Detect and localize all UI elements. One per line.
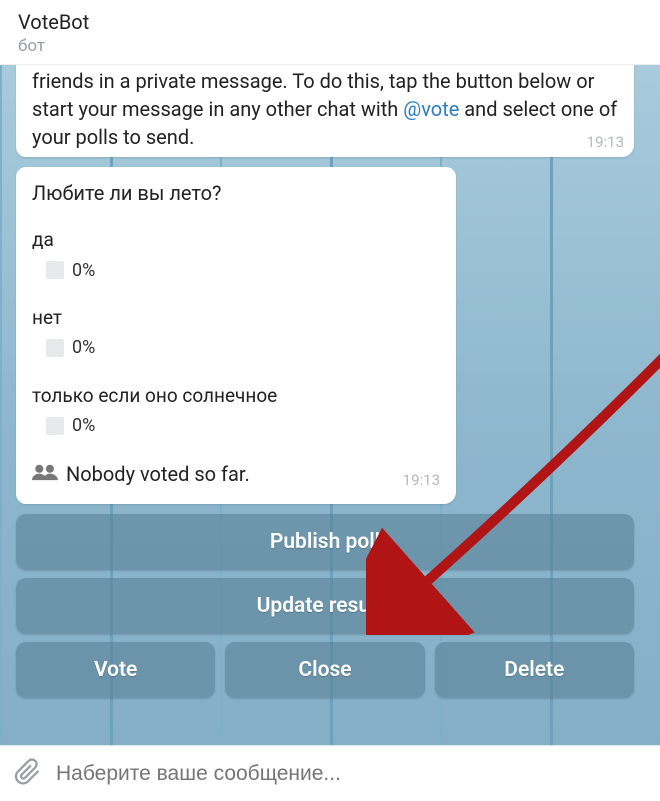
poll-status: Nobody voted so far. xyxy=(66,460,250,488)
attachment-icon[interactable] xyxy=(14,758,42,790)
poll-bar-icon xyxy=(46,417,64,435)
poll-option[interactable]: только если оно солнечное 0% xyxy=(32,383,440,439)
poll-time: 19:13 xyxy=(403,470,440,491)
close-button[interactable]: Close xyxy=(225,642,424,698)
chat-header: VoteBot бот xyxy=(0,0,660,65)
poll-option[interactable]: да 0% xyxy=(32,227,440,283)
poll-question: Любите ли вы лето? xyxy=(32,173,440,207)
chat-title: VoteBot xyxy=(18,10,642,34)
poll-option[interactable]: нет 0% xyxy=(32,305,440,361)
poll-bar-icon xyxy=(46,261,64,279)
chat-area: friends in a private message. To do this… xyxy=(0,65,660,745)
people-icon xyxy=(32,460,58,488)
poll-option-label: только если оно солнечное xyxy=(32,383,440,410)
message-time: 19:13 xyxy=(587,132,624,153)
composer xyxy=(0,745,660,801)
poll-option-label: нет xyxy=(32,305,440,332)
bot-message: friends in a private message. To do this… xyxy=(16,65,634,157)
mention-link[interactable]: @vote xyxy=(403,97,459,121)
message-input[interactable] xyxy=(56,762,646,786)
poll-bar-icon xyxy=(46,339,64,357)
poll-option-label: да xyxy=(32,227,440,254)
update-results-button[interactable]: Update results xyxy=(16,578,634,634)
poll-percent: 0% xyxy=(72,258,95,283)
poll-percent: 0% xyxy=(72,413,95,438)
poll-percent: 0% xyxy=(72,335,95,360)
vote-button[interactable]: Vote xyxy=(16,642,215,698)
chat-subtitle: бот xyxy=(18,36,642,56)
poll-message: Любите ли вы лето? да 0% нет 0% только е… xyxy=(16,167,456,504)
delete-button[interactable]: Delete xyxy=(435,642,634,698)
publish-poll-button[interactable]: Publish poll xyxy=(16,514,634,570)
